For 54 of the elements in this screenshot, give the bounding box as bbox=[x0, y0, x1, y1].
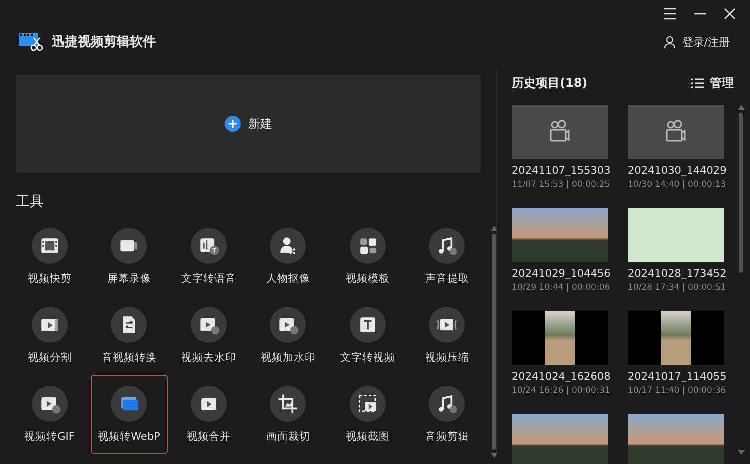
project-name: 20241107_155303 bbox=[512, 165, 612, 177]
scrollbar[interactable] bbox=[738, 105, 745, 455]
tool-button[interactable]: 视频快剪 bbox=[11, 217, 88, 296]
tool-button[interactable]: 声音提取 bbox=[408, 217, 486, 296]
tool-button[interactable]: 视频压缩 bbox=[408, 296, 486, 375]
project-name: 20241030_144029 bbox=[628, 165, 728, 177]
project-meta: 10/30 14:40 | 00:00:13 bbox=[628, 180, 728, 190]
tool-button[interactable]: 音频剪辑 bbox=[408, 375, 486, 454]
photo-placeholder[interactable] bbox=[512, 414, 608, 464]
project-meta: 11/07 15:53 | 00:00:25 bbox=[512, 180, 612, 190]
project-name: 20241028_173452 bbox=[628, 268, 728, 280]
app-title: 迅捷视频剪辑软件 bbox=[52, 34, 156, 51]
plus-icon bbox=[224, 116, 240, 132]
tool-button[interactable]: 视频转GIF bbox=[11, 375, 88, 454]
tool-button[interactable]: 视频合并 bbox=[170, 375, 248, 454]
project-meta: 10/28 17:34 | 00:00:51 bbox=[628, 283, 728, 293]
tool-button[interactable]: 视频分割 bbox=[11, 296, 88, 375]
photo-placeholder[interactable] bbox=[512, 208, 608, 262]
photo-placeholder[interactable] bbox=[628, 311, 724, 365]
close-icon[interactable] bbox=[722, 6, 738, 22]
tool-button[interactable]: 视频模板 bbox=[329, 217, 406, 296]
tool-button[interactable]: 音视频转换 bbox=[90, 296, 168, 375]
scroll-down-icon[interactable] bbox=[738, 450, 745, 455]
menu-icon[interactable] bbox=[662, 6, 678, 22]
photo-placeholder[interactable] bbox=[628, 414, 724, 464]
scroll-down-icon[interactable] bbox=[491, 453, 498, 458]
logo-icon bbox=[19, 32, 43, 52]
tool-button[interactable]: 视频去水印 bbox=[170, 296, 248, 375]
project-name: 20241017_114055 bbox=[628, 371, 728, 383]
tool-button[interactable]: 视频转WebP bbox=[90, 375, 168, 454]
history-title: 历史项目(18) bbox=[512, 75, 588, 92]
tool-button[interactable]: 文字转视频 bbox=[329, 296, 406, 375]
new-project-button[interactable]: 新建 bbox=[16, 75, 481, 173]
project-name: 20241029_104456 bbox=[512, 268, 612, 280]
video-placeholder[interactable] bbox=[628, 105, 724, 159]
scrollbar[interactable] bbox=[491, 226, 498, 458]
tool-button[interactable]: 文字转语音 bbox=[170, 217, 248, 296]
manage-button[interactable]: 管理 bbox=[691, 75, 734, 92]
tool-button[interactable]: 视频截图 bbox=[329, 375, 406, 454]
login-button[interactable]: 登录/注册 bbox=[664, 34, 730, 50]
project-meta: 10/24 16:26 | 00:00:31 bbox=[512, 386, 612, 396]
tool-button[interactable]: 视频加水印 bbox=[250, 296, 327, 375]
user-icon bbox=[664, 36, 676, 48]
tool-button[interactable]: 屏幕录像 bbox=[90, 217, 168, 296]
list-icon bbox=[691, 78, 704, 89]
project-name: 20241024_162608 bbox=[512, 371, 612, 383]
section-title: 工具 bbox=[16, 193, 45, 211]
scroll-up-icon[interactable] bbox=[738, 105, 745, 110]
video-placeholder[interactable] bbox=[512, 105, 608, 159]
project-meta: 10/29 10:44 | 00:00:06 bbox=[512, 283, 612, 293]
tool-button[interactable]: 画面裁切 bbox=[250, 375, 327, 454]
photo-placeholder[interactable] bbox=[512, 311, 608, 365]
tool-button[interactable]: 人物抠像 bbox=[250, 217, 327, 296]
project-meta: 10/17 11:40 | 00:00:36 bbox=[628, 386, 728, 396]
